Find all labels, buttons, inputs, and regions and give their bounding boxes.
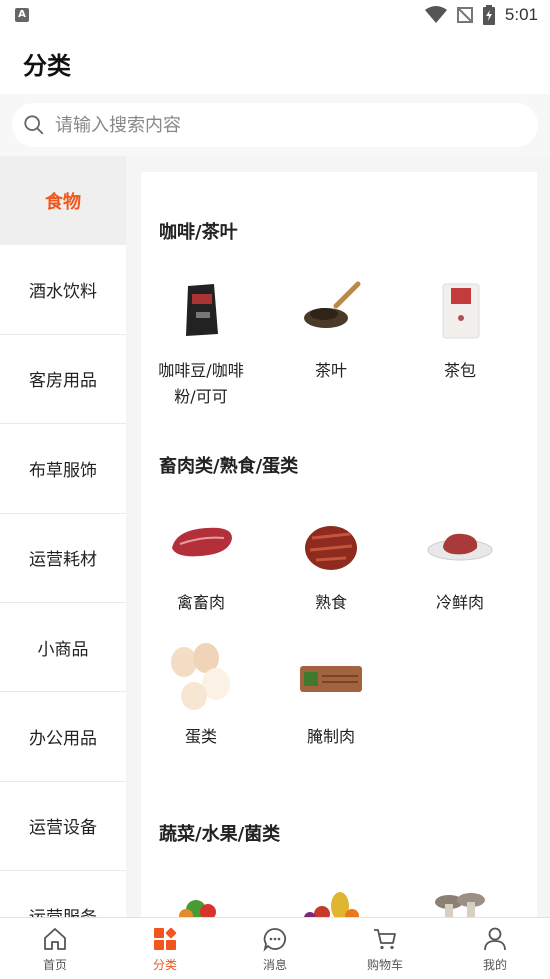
section-title-vegetables-fruits-mushrooms: 蔬菜/水果/菌类 xyxy=(159,824,281,845)
sidebar-item-food[interactable]: 食物 xyxy=(0,156,126,246)
home-icon xyxy=(44,928,66,950)
category-content: 咖啡/茶叶 咖啡豆/咖啡 粉/可可 茶叶 茶包 畜肉类/熟食/蛋类 禽畜肉 熟食… xyxy=(141,172,537,917)
tea-leaves-image xyxy=(304,281,361,328)
chilled-meat-image xyxy=(427,533,493,561)
category-label: 茶叶 xyxy=(314,361,347,380)
wifi-icon xyxy=(424,6,447,23)
tab-label: 首页 xyxy=(42,958,67,972)
search-box[interactable] xyxy=(12,103,538,147)
category-label: 禽畜肉 xyxy=(176,593,225,612)
category-label: 熟食 xyxy=(314,593,347,612)
message-icon xyxy=(263,928,287,952)
tab-label: 我的 xyxy=(482,958,507,972)
category-poultry-livestock[interactable]: 禽畜肉 xyxy=(141,508,261,616)
category-icon xyxy=(154,927,177,950)
category-label: 茶包 xyxy=(443,361,476,380)
category-mushrooms[interactable] xyxy=(400,882,520,917)
category-label: 咖啡豆/咖啡 粉/可可 xyxy=(158,361,244,406)
sidebar-item-consumables[interactable]: 运营耗材 xyxy=(0,513,126,603)
tab-label: 购物车 xyxy=(366,958,403,972)
category-sidebar: 食物 酒水饮料 客房用品 布草服饰 运营耗材 小商品 办公用品 运营设备 运营服… xyxy=(0,156,126,917)
no-signal-icon xyxy=(456,7,473,23)
sidebar-item-linen-apparel[interactable]: 布草服饰 xyxy=(0,424,126,514)
category-eggs[interactable]: 蛋类 xyxy=(141,642,261,750)
clock: 5:01 xyxy=(504,5,538,24)
category-fruits[interactable] xyxy=(271,882,391,917)
sidebar-item-drinks[interactable]: 酒水饮料 xyxy=(0,245,126,335)
fruits-image xyxy=(304,892,359,917)
tea-bag-package-image xyxy=(442,283,480,339)
sidebar-item-services[interactable]: 运营服务 xyxy=(0,871,126,917)
raw-meat-image xyxy=(172,527,232,557)
tab-messages[interactable]: 消息 xyxy=(220,918,330,979)
eggs-image xyxy=(171,643,230,710)
section-title-coffee-tea: 咖啡/茶叶 xyxy=(159,222,238,243)
status-icons: 5:01 xyxy=(424,5,538,25)
category-cured-meat[interactable]: 腌制肉 xyxy=(271,642,391,750)
sidebar-item-office-supplies[interactable]: 办公用品 xyxy=(0,692,126,782)
cured-meat-image xyxy=(300,666,362,692)
category-cooked-food[interactable]: 熟食 xyxy=(271,508,391,616)
tab-category[interactable]: 分类 xyxy=(110,918,220,979)
search-icon xyxy=(24,115,44,135)
status-bar: A 5:01 xyxy=(0,0,550,30)
category-vegetables[interactable] xyxy=(141,882,261,917)
sidebar-item-small-goods[interactable]: 小商品 xyxy=(0,602,126,693)
cart-icon xyxy=(374,929,396,950)
category-chilled-meat[interactable]: 冷鲜肉 xyxy=(400,508,520,616)
search-input[interactable] xyxy=(55,114,505,136)
category-label: 腌制肉 xyxy=(306,727,355,746)
tab-cart[interactable]: 购物车 xyxy=(330,918,440,979)
profile-icon xyxy=(484,927,506,951)
category-coffee[interactable]: 咖啡豆/咖啡 粉/可可 xyxy=(141,276,261,410)
category-tea-leaves[interactable]: 茶叶 xyxy=(271,276,391,384)
section-title-meat-eggs: 畜肉类/熟食/蛋类 xyxy=(159,456,299,477)
category-label: 蛋类 xyxy=(184,727,217,746)
search-bar xyxy=(0,94,550,156)
mushrooms-image xyxy=(435,893,485,917)
tab-label: 消息 xyxy=(262,958,287,972)
sidebar-item-guestroom-supplies[interactable]: 客房用品 xyxy=(0,334,126,425)
category-label: 冷鲜肉 xyxy=(435,593,484,612)
app-notification-icon: A xyxy=(15,8,29,22)
tab-profile[interactable]: 我的 xyxy=(440,918,550,979)
vegetables-image xyxy=(179,900,216,917)
coffee-bag-image xyxy=(186,284,218,336)
battery-icon xyxy=(482,5,495,25)
bottom-tab-bar: 首页 分类 消息 购物车 我的 xyxy=(0,917,550,979)
tab-home[interactable]: 首页 xyxy=(0,918,110,979)
page-title: 分类 xyxy=(23,52,71,80)
sidebar-item-equipment[interactable]: 运营设备 xyxy=(0,781,126,872)
category-tea-bags[interactable]: 茶包 xyxy=(400,276,520,384)
header: 分类 xyxy=(0,30,550,94)
tab-label: 分类 xyxy=(152,958,177,972)
cooked-meat-image xyxy=(305,526,357,570)
